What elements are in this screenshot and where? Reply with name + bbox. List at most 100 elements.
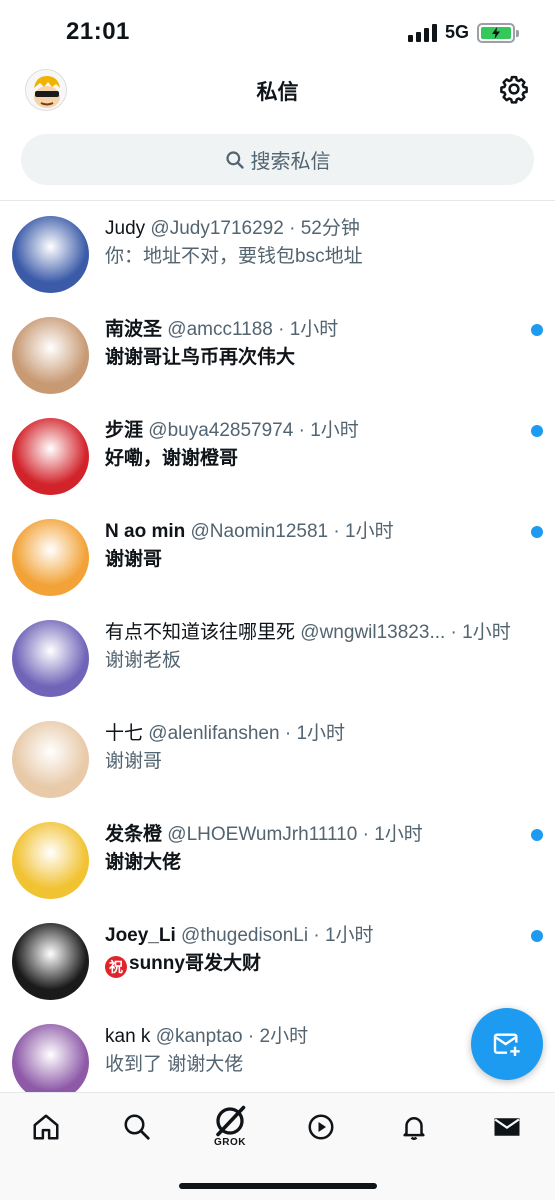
separator: · xyxy=(308,925,325,946)
sender-name: 南波圣 xyxy=(105,319,163,340)
conversation-row[interactable]: N ao min @Naomin12581 · 1小时谢谢哥 xyxy=(0,504,555,605)
message-time: 1小时 xyxy=(462,622,511,643)
unread-dot xyxy=(531,425,543,437)
message-time: 52分钟 xyxy=(300,218,360,239)
message-time: 2小时 xyxy=(259,1026,309,1047)
avatar[interactable] xyxy=(12,1024,89,1101)
message-preview: 收到了 谢谢大佬 xyxy=(105,1054,244,1075)
conversation-text: Joey_Li @thugedisonLi · 1小时祝 sunny哥发大财 xyxy=(105,922,541,978)
avatar[interactable] xyxy=(12,519,89,596)
sender-handle: @thugedisonLi xyxy=(181,925,309,946)
new-message-icon xyxy=(493,1033,520,1056)
conversation-text: 发条橙 @LHOEWumJrh11110 · 1小时 谢谢大佬 xyxy=(105,821,541,877)
sender-name: N ao min xyxy=(105,521,186,542)
sender-handle: @wngwil13823... xyxy=(300,622,446,643)
avatar[interactable] xyxy=(12,620,89,697)
network-label: 5G xyxy=(444,22,469,42)
page-title: 私信 xyxy=(256,81,299,104)
conversation-header: Joey_Li @thugedisonLi · 1小时 xyxy=(105,922,541,950)
new-message-button[interactable] xyxy=(471,1008,543,1080)
message-preview: 谢谢哥 xyxy=(105,751,163,772)
sender-handle: @LHOEWumJrh11110 xyxy=(167,824,358,845)
tab-notifications[interactable] xyxy=(394,1107,434,1147)
unread-dot xyxy=(531,526,543,538)
sender-handle: @amcc1188 xyxy=(167,319,273,340)
separator: · xyxy=(357,824,375,845)
message-preview: 你：地址不对，要钱包bsc地址 xyxy=(105,246,363,267)
sender-handle: @kanptao xyxy=(155,1026,243,1047)
conversation-header: 有点不知道该往哪里死 @wngwil13823... · 1小时 xyxy=(105,619,541,647)
grok-icon xyxy=(216,1105,246,1137)
conversation-text: 有点不知道该往哪里死 @wngwil13823... · 1小时谢谢老板 xyxy=(105,619,541,675)
mail-icon xyxy=(494,1118,520,1136)
message-time: 1小时 xyxy=(345,521,394,542)
message-preview-line: 谢谢哥让鸟币再次伟大 xyxy=(105,344,541,372)
battery-icon xyxy=(477,22,519,43)
separator: · xyxy=(293,420,311,441)
gear-icon xyxy=(500,75,528,104)
settings-button[interactable] xyxy=(499,74,529,104)
avatar[interactable] xyxy=(12,822,89,899)
message-time: 1小时 xyxy=(374,824,423,845)
conversation-text: 步涯 @buya42857974 · 1小时好嘞，谢谢橙哥 xyxy=(105,417,541,473)
conversation-row[interactable]: 有点不知道该往哪里死 @wngwil13823... · 1小时谢谢老板 xyxy=(0,605,555,706)
grok-label: GROK xyxy=(214,1137,246,1148)
separator: · xyxy=(279,723,297,744)
conversation-row[interactable]: 十七 @alenlifanshen · 1小时谢谢哥 xyxy=(0,706,555,807)
message-preview-line: 祝 sunny哥发大财 xyxy=(105,950,541,978)
signal-icon xyxy=(407,23,437,42)
conversation-row[interactable]: Judy @Judy1716292 · 52分钟你：地址不对，要钱包bsc地址 xyxy=(0,201,555,302)
search-input[interactable]: 搜索私信 xyxy=(21,134,534,185)
message-time: 1小时 xyxy=(289,319,339,340)
conversation-list: Judy @Judy1716292 · 52分钟 你：地址不对，要钱包bsc地址南… xyxy=(0,201,555,1110)
unread-dot xyxy=(531,829,543,841)
unread-dot xyxy=(531,930,543,942)
avatar[interactable] xyxy=(12,216,89,293)
sender-name: 有点不知道该往哪里死 xyxy=(105,622,296,643)
avatar[interactable] xyxy=(12,418,89,495)
separator: · xyxy=(283,218,301,239)
status-bar: 21:01 5G xyxy=(0,0,555,64)
conversation-row[interactable]: Joey_Li @thugedisonLi · 1小时祝 sunny哥发大财 xyxy=(0,908,555,1009)
message-preview-line: 谢谢哥 xyxy=(105,748,541,776)
conversation-row[interactable]: 发条橙 @LHOEWumJrh11110 · 1小时 谢谢大佬 xyxy=(0,807,555,908)
bell-icon xyxy=(403,1117,425,1141)
celebration-badge: 祝 xyxy=(105,956,127,978)
sender-name: Judy xyxy=(105,218,146,239)
separator: · xyxy=(272,319,290,340)
tab-search[interactable] xyxy=(117,1107,157,1147)
tab-video[interactable] xyxy=(301,1107,341,1147)
message-preview: sunny哥发大财 xyxy=(129,953,261,974)
tab-grok[interactable] xyxy=(210,1101,250,1141)
message-preview: 好嘞，谢谢橙哥 xyxy=(105,448,239,469)
separator: · xyxy=(328,521,345,542)
conversation-text: 十七 @alenlifanshen · 1小时谢谢哥 xyxy=(105,720,541,776)
message-preview-line: 你：地址不对，要钱包bsc地址 xyxy=(105,243,541,271)
conversation-row[interactable]: 南波圣 @amcc1188 · 1小时谢谢哥让鸟币再次伟大 xyxy=(0,302,555,403)
sender-name: kan k xyxy=(105,1026,151,1047)
sender-handle: @buya42857974 xyxy=(148,420,294,441)
sender-handle: @Judy1716292 xyxy=(150,218,284,239)
message-preview: 谢谢老板 xyxy=(105,650,182,671)
conversation-text: Judy @Judy1716292 · 52分钟你：地址不对，要钱包bsc地址 xyxy=(105,215,541,271)
avatar[interactable] xyxy=(12,923,89,1000)
conversation-header: 步涯 @buya42857974 · 1小时 xyxy=(105,417,541,445)
search-icon xyxy=(124,1114,150,1140)
separator: · xyxy=(445,622,463,643)
avatar[interactable] xyxy=(12,721,89,798)
conversation-header: 十七 @alenlifanshen · 1小时 xyxy=(105,720,541,748)
conversation-header: N ao min @Naomin12581 · 1小时 xyxy=(105,518,541,546)
message-preview-line: 好嘞，谢谢橙哥 xyxy=(105,445,541,473)
avatar[interactable] xyxy=(12,317,89,394)
conversation-text: N ao min @Naomin12581 · 1小时谢谢哥 xyxy=(105,518,541,574)
tab-messages[interactable] xyxy=(487,1107,527,1147)
sender-handle: @alenlifanshen xyxy=(148,723,280,744)
status-time: 21:01 xyxy=(66,18,130,45)
message-preview: 谢谢哥让鸟币再次伟大 xyxy=(105,347,296,368)
home-indicator xyxy=(179,1183,377,1189)
conversation-row[interactable]: 步涯 @buya42857974 · 1小时好嘞，谢谢橙哥 xyxy=(0,403,555,504)
separator: · xyxy=(242,1026,260,1047)
tab-home[interactable] xyxy=(26,1107,66,1147)
message-time: 1小时 xyxy=(310,420,359,441)
message-preview: 谢谢哥 xyxy=(105,549,163,570)
